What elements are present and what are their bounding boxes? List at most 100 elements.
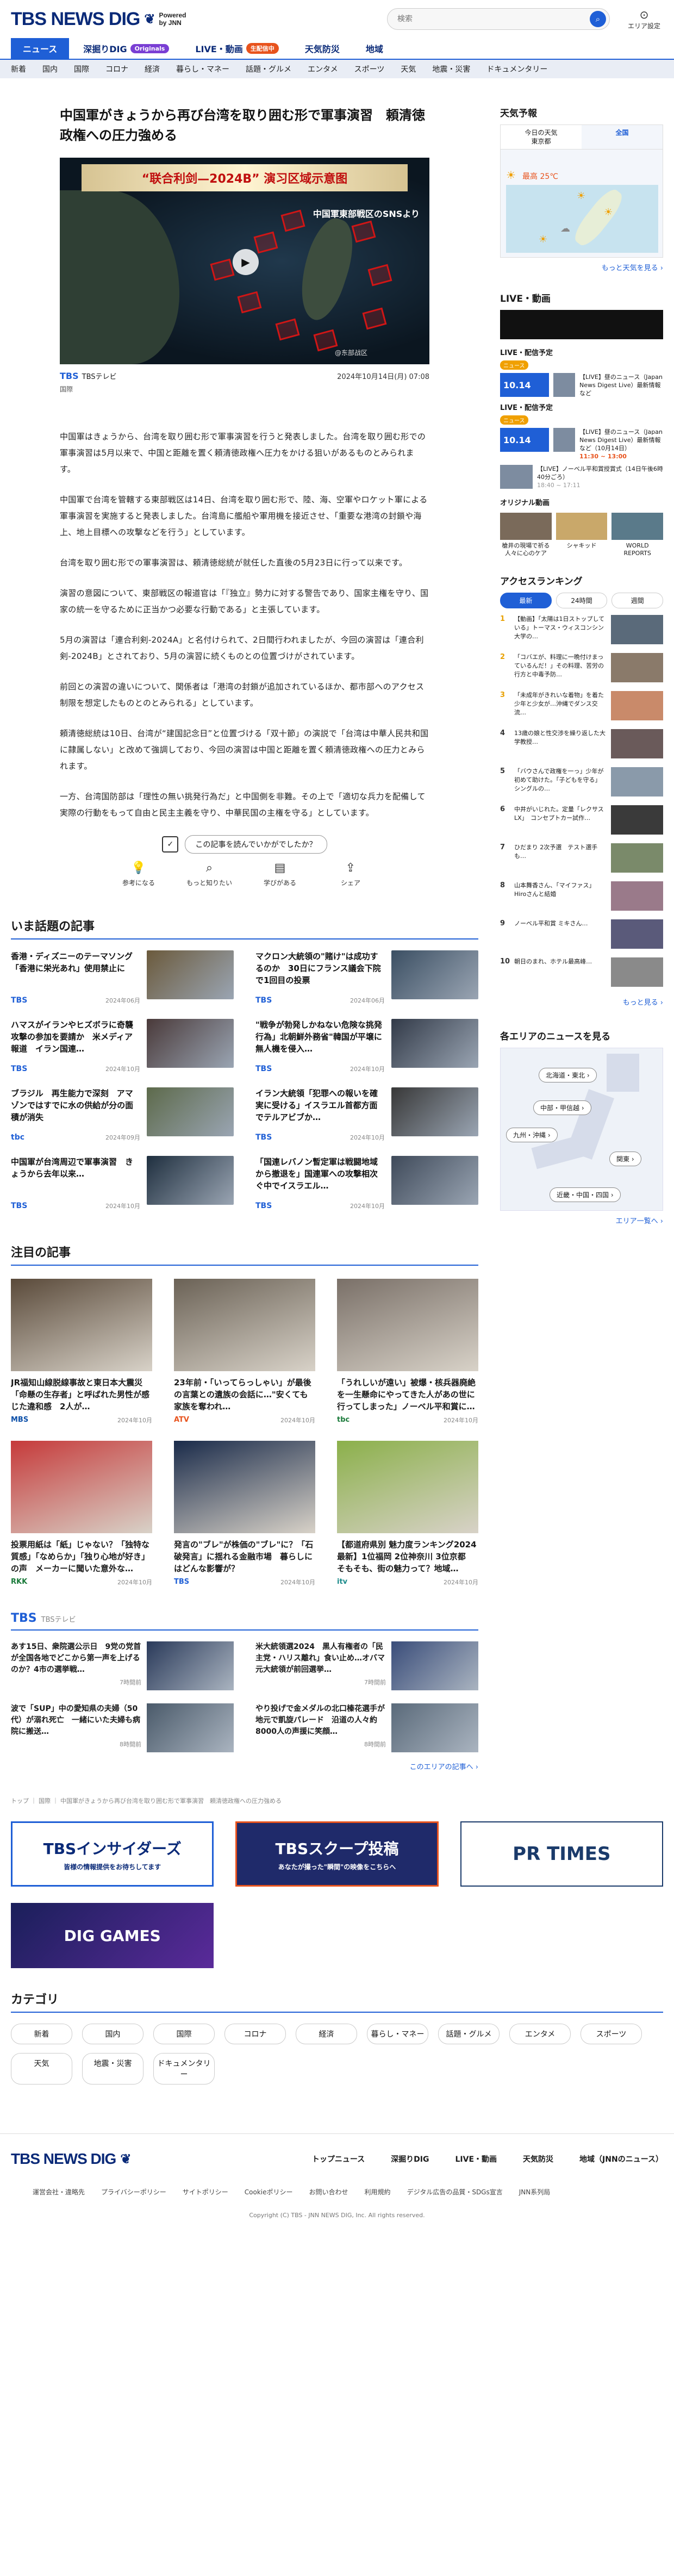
play-icon[interactable]: ▶ bbox=[233, 249, 259, 275]
trending-article[interactable]: 中国軍が台湾周辺で軍事演習 きょうから去年以来… TBS 2024年10月 bbox=[11, 1156, 234, 1210]
tab-region[interactable]: 地域 bbox=[354, 38, 395, 59]
footer-sublink[interactable]: お問い合わせ bbox=[309, 2187, 348, 2197]
tab-live[interactable]: LIVE・動画 生配信中 bbox=[183, 38, 290, 59]
live-item[interactable]: 【LIVE】ノーベル平和賞授賞式（14日午後6時40分ごろ） 18:40 ~ 17… bbox=[500, 465, 663, 489]
category-link[interactable]: 国際 bbox=[74, 64, 89, 74]
site-logo[interactable]: TBS NEWS DIG ❦ Powered by JNN bbox=[11, 9, 186, 30]
ranking-more-link[interactable]: もっと見る › bbox=[500, 997, 663, 1007]
footer-sublink[interactable]: デジタル広告の品質・SDGs宣言 bbox=[407, 2187, 503, 2197]
category-chip[interactable]: 国内 bbox=[82, 2024, 143, 2044]
trending-article[interactable]: イラン大統領「犯罪への報いを確実に受ける」イスラエル首都方面でテルアビブか… TB… bbox=[255, 1087, 478, 1142]
original-video[interactable]: シャキッド bbox=[556, 513, 608, 557]
ranking-item[interactable]: 3 「未成年がきれいな着物」を着た少年と少女が…沖縄でダンス交流… bbox=[500, 691, 663, 726]
weather-map[interactable]: ☀ ☀ ☁ ☀ bbox=[506, 185, 658, 253]
banner-2[interactable]: TBSスクープ投稿 あなたが撮った"瞬間"の映像をこちらへ bbox=[235, 1821, 439, 1887]
ranking-item[interactable]: 10 朝日のまれ、ホテル最高峰… bbox=[500, 957, 663, 992]
article-thumbnail[interactable] bbox=[11, 1279, 152, 1371]
category-link[interactable]: ドキュメンタリー bbox=[486, 64, 547, 74]
ranking-item[interactable]: 4 13歳の娘と性交渉を繰り返した大学教授… bbox=[500, 729, 663, 764]
area-hokkaido-tohoku[interactable]: 北海道・東北 › bbox=[539, 1068, 597, 1082]
ranking-tab[interactable]: 最新 bbox=[500, 593, 552, 608]
article-thumbnail[interactable] bbox=[391, 1641, 478, 1690]
article-thumbnail[interactable] bbox=[147, 1019, 234, 1068]
tab-news[interactable]: ニュース bbox=[11, 38, 70, 59]
area-chubu[interactable]: 中部・甲信越 › bbox=[533, 1100, 591, 1115]
weather-more-link[interactable]: もっと天気を見る › bbox=[500, 262, 663, 272]
network-article[interactable]: あす15日、衆院選公示日 9党の党首が全国各地でどこから第一声を上げるのか？4市… bbox=[11, 1641, 234, 1690]
article-thumbnail[interactable] bbox=[337, 1279, 478, 1371]
footer-sublink[interactable]: プライバシーポリシー bbox=[101, 2187, 166, 2197]
featured-article[interactable]: 【都道府県別 魅力度ランキング2024最新】1位福岡 2位神奈川 3位京都 そも… bbox=[337, 1441, 478, 1586]
category-chip[interactable]: 新着 bbox=[11, 2024, 72, 2044]
category-chip[interactable]: ドキュメンタリー bbox=[153, 2053, 215, 2085]
ranking-item[interactable]: 9 ノーベル平和賞 ミキさん… bbox=[500, 919, 663, 954]
article-thumbnail[interactable] bbox=[174, 1279, 315, 1371]
trending-article[interactable]: マクロン大統領の"賭け"は成功するのか 30日にフランス議会下院で1回目の投票 T… bbox=[255, 950, 478, 1005]
footer-sublink[interactable]: 運営会社・違略先 bbox=[33, 2187, 85, 2197]
ranking-item[interactable]: 5 「バウさんで政権を一っ」少年が初めて助けた。「子どもを守る」シングルの… bbox=[500, 767, 663, 802]
live-player[interactable] bbox=[500, 310, 663, 339]
category-chip[interactable]: コロナ bbox=[224, 2024, 286, 2044]
ranking-item[interactable]: 6 中井がいじれた。定量「レクサス LX」 コンセプトカー試作… bbox=[500, 805, 663, 840]
trending-article[interactable]: ハマスがイランやヒズボラに奇襲攻撃の参加を要請か 米メディア報道 イラン国連… T… bbox=[11, 1019, 234, 1073]
search-icon[interactable]: ⌕ bbox=[590, 11, 606, 27]
footer-sublink[interactable]: Cookieポリシー bbox=[245, 2187, 293, 2197]
tab-dig[interactable]: 深掘りDIG Originals bbox=[71, 38, 181, 59]
category-chip[interactable]: 天気 bbox=[11, 2053, 72, 2085]
category-link[interactable]: 地震・災害 bbox=[432, 64, 470, 74]
banner-1[interactable]: TBSインサイダーズ 皆様の情報提供をお待ちしてます bbox=[11, 1821, 214, 1887]
trending-article[interactable]: 「国連レバノン暫定軍は戦闘地域から撤退を」国連軍への攻撃相次ぐ中でイスラエル… T… bbox=[255, 1156, 478, 1210]
ranking-tab[interactable]: 週間 bbox=[611, 593, 664, 608]
article-thumbnail[interactable] bbox=[391, 950, 478, 999]
article-thumbnail[interactable] bbox=[147, 1641, 234, 1690]
source-logo[interactable]: TBS bbox=[60, 371, 79, 381]
category-chip[interactable]: 暮らし・マネー bbox=[367, 2024, 428, 2044]
trending-article[interactable]: 香港・ディズニーのテーマソング「香港に栄光あれ」使用禁止に TBS 2024年06月 bbox=[11, 950, 234, 1005]
article-thumbnail[interactable] bbox=[337, 1441, 478, 1533]
article-thumbnail[interactable] bbox=[391, 1019, 478, 1068]
area-kinki[interactable]: 近畿・中国・四国 › bbox=[550, 1187, 621, 1202]
category-link[interactable]: 新着 bbox=[11, 64, 26, 74]
feedback-share[interactable]: ⇪ シェア bbox=[326, 861, 375, 887]
ranking-item[interactable]: 8 山本舞香さん、「マイファス」 Hiroさんと結婚 bbox=[500, 881, 663, 916]
featured-article[interactable]: 23年前・「いってらっしゃい」が最後の言葉との遺族の会話に…"安くても家族を奪わ… bbox=[174, 1279, 315, 1424]
category-link[interactable]: スポーツ bbox=[354, 64, 385, 74]
article-category[interactable]: 国際 bbox=[60, 384, 429, 394]
footer-link[interactable]: 深掘りDIG bbox=[391, 2154, 429, 2164]
banner-4[interactable]: DIG GAMES bbox=[11, 1903, 214, 1968]
feedback-book[interactable]: ▤ 学びがある bbox=[255, 861, 304, 887]
article-thumbnail[interactable] bbox=[147, 1087, 234, 1136]
footer-link[interactable]: 地域（JNNのニュース） bbox=[579, 2154, 663, 2164]
ranking-item[interactable]: 2 「コバエが、料理に一晩付けまっているんだ！」その料理、苦労の行方と中毒予防… bbox=[500, 653, 663, 688]
feedback-magnify[interactable]: ⌕ もっと知りたい bbox=[185, 861, 234, 887]
network-article[interactable]: やり投げで金メダルの北口榛花選手が地元で凱旋パレード 沿道の人々約8000人の声… bbox=[255, 1703, 478, 1752]
weather-tab-today[interactable]: 今日の天気 東京都 bbox=[501, 125, 582, 150]
original-video[interactable]: 槍井の現場で祈る人々に心のケア bbox=[500, 513, 552, 557]
network-article[interactable]: 米大統領選2024 黒人有権者の「民主党・ハリス離れ」食い止め…オバマ元大統領が… bbox=[255, 1641, 478, 1690]
category-chip[interactable]: エンタメ bbox=[509, 2024, 571, 2044]
category-link[interactable]: 暮らし・マネー bbox=[176, 64, 229, 74]
article-thumbnail[interactable] bbox=[147, 1156, 234, 1205]
article-thumbnail[interactable] bbox=[391, 1087, 478, 1136]
featured-article[interactable]: 「うれしいが遠い」被爆・核兵器廃絶を一生懸命にやってきた人があの世に行ってしまっ… bbox=[337, 1279, 478, 1424]
category-link[interactable]: 話題・グルメ bbox=[246, 64, 291, 74]
ranking-item[interactable]: 1 【動画】「太陽は1日ストップしている」トーマス・ウィスコンシン大学の… bbox=[500, 615, 663, 650]
article-thumbnail[interactable] bbox=[391, 1703, 478, 1752]
article-thumbnail[interactable] bbox=[147, 1703, 234, 1752]
original-video[interactable]: WORLD REPORTS bbox=[611, 513, 664, 557]
featured-article[interactable]: 投票用紙は「紙」じゃない？「独特な質感」「なめらか」「独り心地が好き」の声 メー… bbox=[11, 1441, 152, 1586]
category-link[interactable]: コロナ bbox=[105, 64, 128, 74]
category-link[interactable]: 天気 bbox=[401, 64, 416, 74]
article-thumbnail[interactable] bbox=[391, 1156, 478, 1205]
area-kyushu[interactable]: 九州・沖縄 › bbox=[506, 1128, 558, 1142]
trending-article[interactable]: ブラジル 再生能力で深刻 アマゾンではすでに水の供給が分の面積が消失 tbc 202… bbox=[11, 1087, 234, 1142]
footer-logo[interactable]: TBS NEWS DIG ❦ bbox=[11, 2150, 131, 2168]
footer-sublink[interactable]: サイトポリシー bbox=[183, 2187, 228, 2197]
ranking-tab[interactable]: 24時間 bbox=[556, 593, 608, 608]
banner-3[interactable]: PR TIMES bbox=[460, 1821, 663, 1887]
category-chip[interactable]: 地震・災害 bbox=[82, 2053, 143, 2085]
category-chip[interactable]: スポーツ bbox=[581, 2024, 642, 2044]
footer-sublink[interactable]: JNN系列局 bbox=[519, 2187, 551, 2197]
featured-article[interactable]: JR福知山線脱線事故と東日本大震災「命懸の生存者」と呼ばれた男性が感じた違和感 … bbox=[11, 1279, 152, 1424]
weather-tab-map[interactable]: 全国 bbox=[582, 125, 663, 150]
